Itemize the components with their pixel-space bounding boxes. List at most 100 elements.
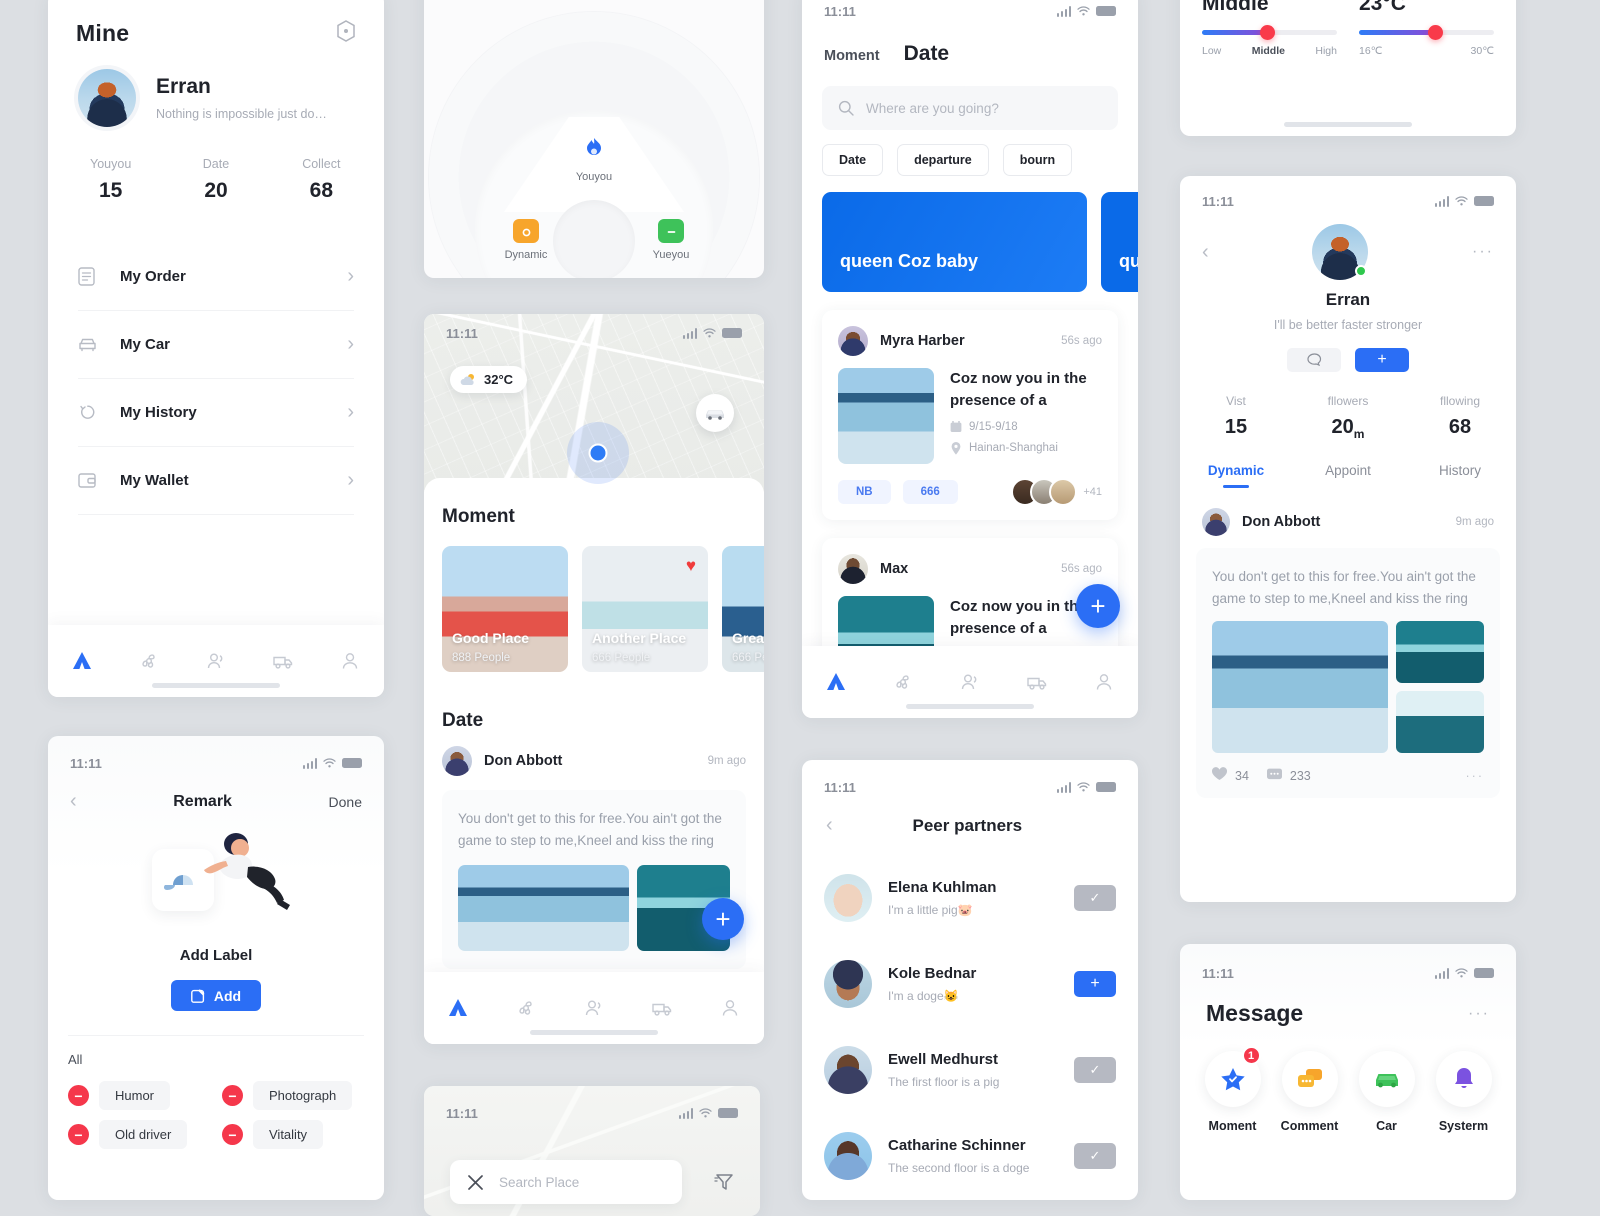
weather-pill[interactable]: 32°C: [450, 366, 528, 393]
post-image[interactable]: [1212, 621, 1388, 754]
menu-item-my-car[interactable]: My Car ›: [78, 311, 354, 379]
temperature-slider[interactable]: [1359, 25, 1494, 40]
avatar[interactable]: [824, 960, 872, 1008]
tab-moment[interactable]: Moment: [824, 48, 880, 64]
tab-history[interactable]: History: [1404, 463, 1516, 488]
menu-item-my-wallet[interactable]: My Wallet ›: [78, 447, 354, 515]
heart-icon[interactable]: ♥: [686, 556, 696, 576]
tab-fan[interactable]: [511, 993, 541, 1023]
avatar[interactable]: [838, 326, 868, 356]
avatar[interactable]: [824, 874, 872, 922]
avatar[interactable]: [442, 746, 472, 776]
more-options-icon[interactable]: ···: [1466, 769, 1485, 783]
car-marker[interactable]: [696, 394, 734, 432]
banner-card[interactable]: que: [1101, 192, 1138, 292]
add-post-fab[interactable]: +: [702, 898, 744, 940]
search-input[interactable]: Where are you going?: [822, 86, 1118, 130]
stat-date[interactable]: Date 20: [163, 157, 268, 203]
peer-row[interactable]: Elena Kuhlman I'm a little pig🐷 ✓: [802, 855, 1138, 941]
menu-item-my-history[interactable]: My History ›: [78, 379, 354, 447]
back-icon[interactable]: ‹: [826, 814, 833, 837]
peer-row[interactable]: Ewell Medhurst The first floor is a pig …: [802, 1027, 1138, 1113]
peer-action-add[interactable]: +: [1074, 971, 1116, 997]
tab-friends[interactable]: [955, 667, 985, 697]
place-card[interactable]: Good Place 888 People: [442, 546, 568, 672]
follow-button[interactable]: +: [1355, 348, 1409, 372]
search-input[interactable]: Search Place: [450, 1160, 682, 1204]
filter-icon[interactable]: [714, 1172, 734, 1197]
post-image[interactable]: [458, 865, 629, 952]
message-category-comment[interactable]: Comment: [1273, 1051, 1347, 1133]
stat-vist[interactable]: Vist 15: [1180, 394, 1292, 441]
fan-speed-slider[interactable]: [1202, 25, 1337, 40]
feed-thumbnail[interactable]: [838, 368, 934, 464]
peer-action-done[interactable]: ✓: [1074, 1057, 1116, 1083]
radial-item-yueyou[interactable]: Yueyou: [626, 219, 716, 261]
avatar[interactable]: [1049, 478, 1078, 506]
done-button[interactable]: Done: [329, 794, 362, 810]
stat-youyou[interactable]: Youyou 15: [58, 157, 163, 203]
radial-item-youyou[interactable]: Youyou: [549, 136, 639, 183]
back-icon[interactable]: ‹: [70, 790, 77, 813]
stat-followers[interactable]: fllowers 20m: [1292, 394, 1404, 441]
tag-item[interactable]: − Vitality: [222, 1120, 362, 1149]
tab-friends[interactable]: [579, 993, 609, 1023]
more-options-icon[interactable]: ···: [1468, 1005, 1490, 1023]
tab-camp[interactable]: [443, 993, 473, 1023]
avatar[interactable]: [824, 1132, 872, 1180]
peer-action-done[interactable]: ✓: [1074, 885, 1116, 911]
profile-summary[interactable]: Erran Nothing is impossible just do…: [48, 47, 384, 127]
slider-knob[interactable]: [1259, 25, 1275, 40]
avatar[interactable]: [824, 1046, 872, 1094]
place-card[interactable]: Great 666 People: [722, 546, 764, 672]
comment-icon[interactable]: [1266, 768, 1282, 784]
tab-camp[interactable]: [67, 646, 97, 676]
add-post-fab[interactable]: +: [1076, 584, 1120, 628]
more-options-icon[interactable]: ···: [1472, 243, 1494, 261]
message-category-car[interactable]: Car: [1350, 1051, 1424, 1133]
current-location-marker[interactable]: [567, 422, 629, 484]
back-icon[interactable]: ‹: [1202, 241, 1209, 264]
avatar[interactable]: [1202, 508, 1230, 536]
feed-card[interactable]: Myra Harber 56s ago Coz now you in the p…: [822, 310, 1118, 520]
message-category-system[interactable]: Systerm: [1427, 1051, 1501, 1133]
chip-date[interactable]: Date: [822, 144, 884, 176]
remove-tag-icon[interactable]: −: [222, 1124, 243, 1145]
peer-action-done[interactable]: ✓: [1074, 1143, 1116, 1169]
slider-knob[interactable]: [1427, 25, 1443, 40]
tab-appoint[interactable]: Appoint: [1292, 463, 1404, 488]
message-button[interactable]: [1287, 348, 1341, 372]
place-card[interactable]: ♥ Another Place 666 People: [582, 546, 708, 672]
tab-camp[interactable]: [821, 667, 851, 697]
tag-item[interactable]: − Humor: [68, 1081, 208, 1110]
tab-dynamic[interactable]: Dynamic: [1180, 463, 1292, 488]
tab-fan[interactable]: [888, 667, 918, 697]
tab-truck[interactable]: [647, 993, 677, 1023]
tab-date[interactable]: Date: [904, 42, 950, 66]
chip-bourn[interactable]: bourn: [1002, 144, 1073, 176]
message-category-moment[interactable]: 1 Moment: [1196, 1046, 1270, 1133]
avatar[interactable]: [838, 554, 868, 584]
add-button[interactable]: Add: [171, 980, 261, 1011]
stat-following[interactable]: fllowing 68: [1404, 394, 1516, 441]
peer-row[interactable]: Catharine Schinner The second floor is a…: [802, 1113, 1138, 1199]
remove-tag-icon[interactable]: −: [68, 1085, 89, 1106]
tab-fan[interactable]: [134, 646, 164, 676]
peer-row[interactable]: Kole Bednar I'm a doge😺 +: [802, 941, 1138, 1027]
settings-hex-icon[interactable]: [336, 20, 356, 47]
radial-item-dynamic[interactable]: Dynamic: [481, 219, 571, 261]
stat-collect[interactable]: Collect 68: [269, 157, 374, 203]
like-icon[interactable]: [1211, 767, 1228, 784]
tab-truck[interactable]: [268, 646, 298, 676]
banner-card[interactable]: queen Coz baby: [822, 192, 1087, 292]
tab-profile[interactable]: [335, 646, 365, 676]
tab-profile[interactable]: [715, 993, 745, 1023]
tab-truck[interactable]: [1022, 667, 1052, 697]
chip-departure[interactable]: departure: [897, 144, 989, 176]
menu-item-my-order[interactable]: My Order ›: [78, 243, 354, 311]
feed-tag[interactable]: NB: [838, 480, 891, 504]
tag-item[interactable]: − Photograph: [222, 1081, 362, 1110]
post-image[interactable]: [1396, 621, 1484, 684]
post-image[interactable]: [1396, 691, 1484, 754]
tab-profile[interactable]: [1089, 667, 1119, 697]
